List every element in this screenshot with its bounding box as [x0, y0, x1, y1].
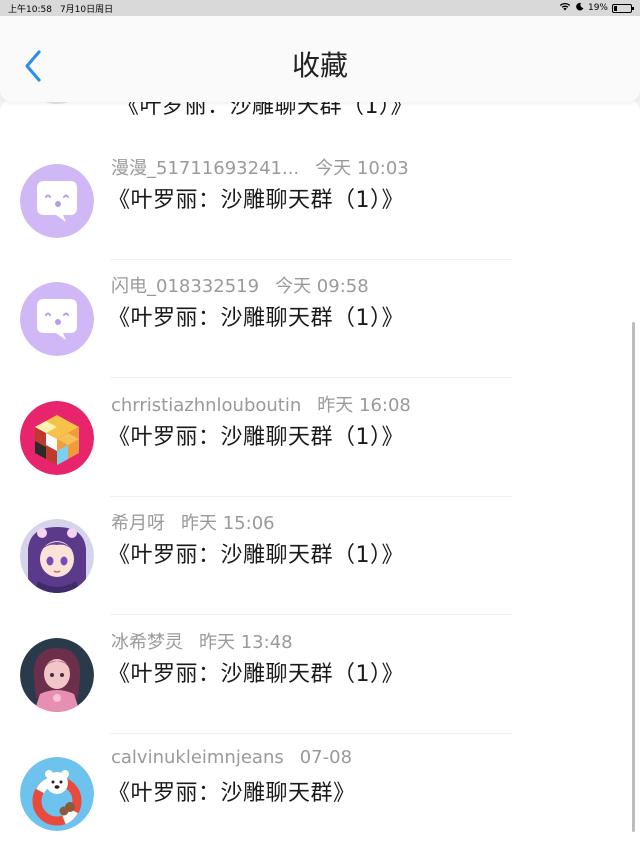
item-meta: 漫漫_51711693241... 今天 10:03	[111, 154, 409, 180]
wifi-icon	[559, 2, 571, 14]
favorite-time: 昨天 15:06	[181, 513, 275, 534]
chat-bubble-avatar	[20, 282, 94, 356]
user-name[interactable]: 冰希梦灵	[111, 632, 183, 653]
item-meta: calvinukleimnjeans 07-08	[111, 747, 352, 768]
user-name[interactable]: calvinukleimnjeans	[111, 747, 284, 768]
page-title: 收藏	[291, 49, 348, 82]
favorite-message: 《叶罗丽：沙雕聊天群（1）》	[108, 188, 404, 213]
cube-avatar	[20, 401, 94, 475]
divider	[110, 614, 512, 615]
item-meta: 闪电_018332519 今天 09:58	[111, 272, 369, 298]
user-name[interactable]: 希月呀	[111, 513, 165, 534]
user-name[interactable]: 闪电_018332519	[111, 276, 259, 297]
item-meta: chrristiazhnlouboutin 昨天 16:08	[111, 391, 411, 417]
nav-bar: 收藏	[0, 16, 640, 102]
bear-swim-ring-avatar	[20, 757, 94, 831]
favorite-message: 《叶罗丽：沙雕聊天群》	[108, 781, 356, 806]
doll-avatar	[20, 638, 94, 712]
user-name[interactable]: 漫漫_51711693241...	[111, 158, 299, 179]
favorite-message: 《叶罗丽：沙雕聊天群（1）》	[108, 543, 404, 568]
anime-girl-avatar	[20, 519, 94, 593]
favorite-time: 今天 09:58	[275, 276, 369, 297]
favorite-message: 《叶罗丽：沙雕聊天群（1）》	[108, 306, 404, 331]
list-item[interactable]: 希月呀 昨天 15:06 《叶罗丽：沙雕聊天群（1）》	[0, 497, 640, 615]
battery-icon	[612, 3, 634, 13]
favorite-time: 昨天 13:48	[199, 632, 293, 653]
battery-percent: 19%	[587, 3, 608, 13]
user-name[interactable]: chrristiazhnlouboutin	[111, 395, 301, 416]
moon-icon	[575, 2, 584, 14]
chat-bubble-avatar	[20, 164, 94, 238]
item-meta: 冰希梦灵 昨天 13:48	[111, 628, 293, 654]
scrollbar[interactable]	[632, 322, 635, 832]
divider	[110, 733, 512, 734]
list-item[interactable]: 漫漫_51711693241... 今天 10:03 《叶罗丽：沙雕聊天群（1）》	[0, 142, 640, 260]
favorite-time: 昨天 16:08	[317, 395, 411, 416]
status-date: 7月10日周日	[59, 4, 114, 15]
favorite-time: 今天 10:03	[315, 158, 409, 179]
list-item[interactable]: 闪电_018332519 今天 09:58 《叶罗丽：沙雕聊天群（1）》	[0, 260, 640, 378]
status-bar: 上午10:58 7月10日周日 19%	[0, 0, 640, 16]
item-meta: 希月呀 昨天 15:06	[111, 509, 275, 535]
battery-fill	[614, 5, 618, 11]
list-item[interactable]: 冰希梦灵 昨天 13:48 《叶罗丽：沙雕聊天群（1）》	[0, 616, 640, 734]
favorite-time: 07-08	[299, 747, 353, 768]
divider	[110, 377, 512, 378]
favorite-message: 《叶罗丽：沙雕聊天群（1）》	[108, 425, 404, 450]
favorite-message: 《叶罗丽：沙雕聊天群（1）》	[108, 662, 404, 687]
list-item[interactable]: chrristiazhnlouboutin 昨天 16:08 《叶罗丽：沙雕聊天群…	[0, 379, 640, 497]
favorites-list[interactable]: 《叶罗丽：沙雕聊天群（1）》 漫漫_51711693241... 今天 10:03…	[0, 98, 640, 858]
list-item[interactable]: calvinukleimnjeans 07-08 《叶罗丽：沙雕聊天群》	[0, 735, 640, 853]
status-time: 上午10:58	[8, 4, 52, 15]
